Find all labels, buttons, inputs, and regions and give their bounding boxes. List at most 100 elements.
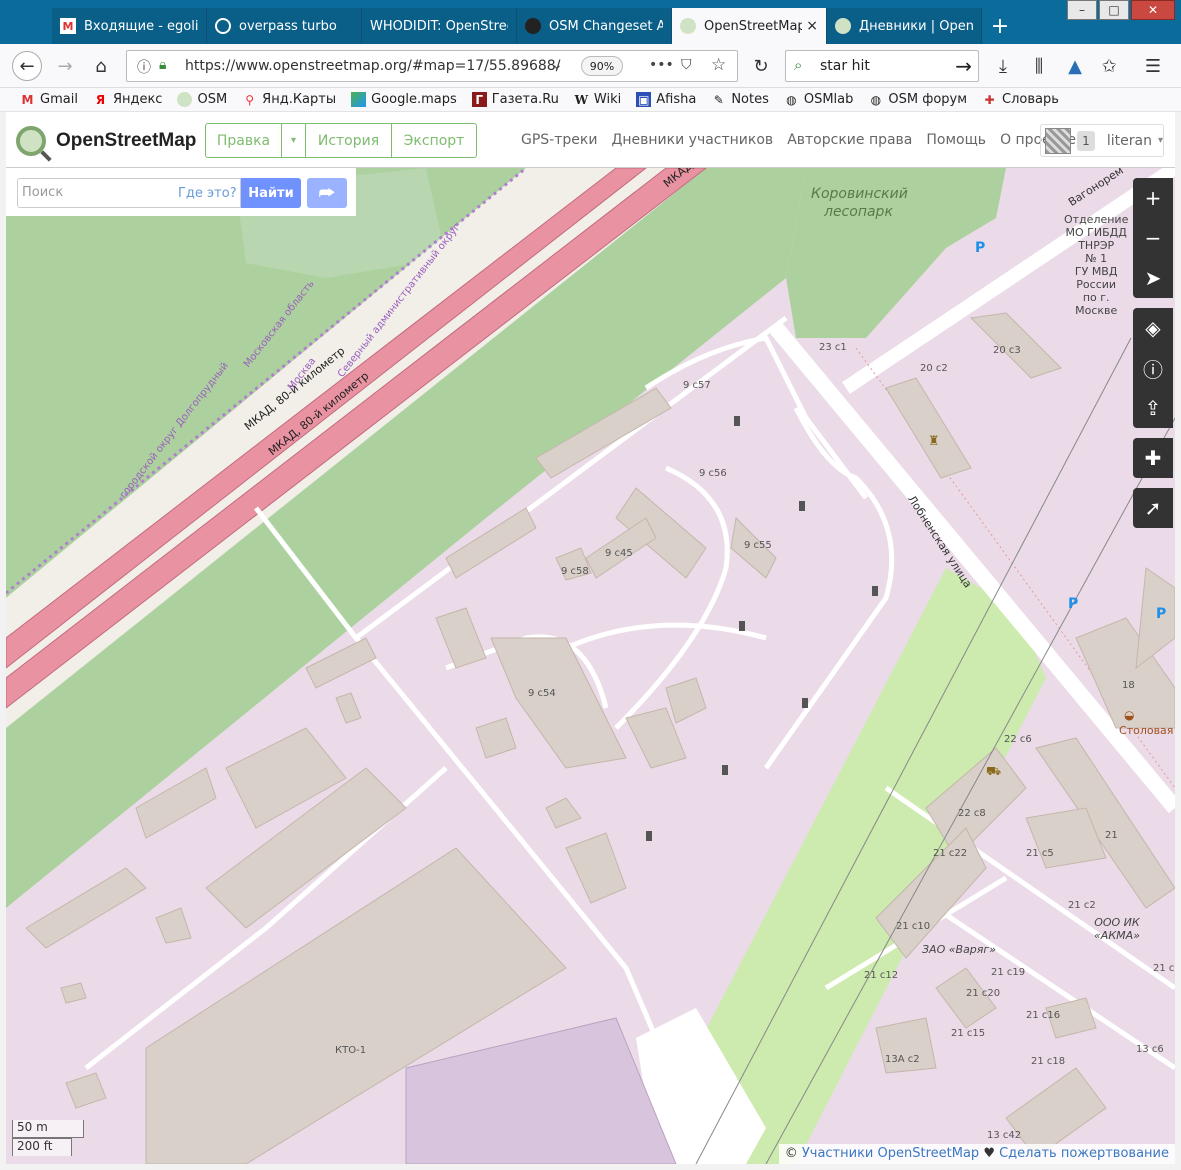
bookmark-osm[interactable]: OSM [177, 92, 227, 107]
bookmark-notes[interactable]: ✎ Notes [711, 92, 769, 107]
tab-diaries[interactable]: Дневники | OpenS [827, 8, 982, 44]
reload-button[interactable]: ↻ [746, 51, 776, 81]
search-go-icon[interactable]: → [955, 54, 972, 78]
maximize-button[interactable]: □ [1099, 0, 1129, 20]
forward-button[interactable]: → [50, 51, 80, 81]
map-canvas[interactable]: Коровинский лесопарк МКАД, 80-й километр… [6, 168, 1175, 1164]
search-bar[interactable]: ⌕ star hit → [785, 50, 979, 82]
edit-dropdown-button[interactable]: ▾ [282, 124, 306, 157]
download-icon[interactable]: ⤓ [988, 51, 1018, 81]
globe-icon: ◍ [786, 92, 797, 107]
bookmark-gazeta[interactable]: Г Газета.Ru [471, 92, 559, 107]
avatar [1045, 127, 1071, 154]
building-label: 21 с5 [1026, 848, 1054, 859]
bookmark-google-maps[interactable]: Google.maps [351, 92, 457, 107]
building-label: 18 [1122, 680, 1135, 691]
directions-button[interactable]: ⮫ [307, 178, 347, 208]
share-button[interactable]: ⇪ [1133, 388, 1173, 428]
map-key-button[interactable]: ⓘ [1133, 348, 1173, 388]
bookmark-osmlab[interactable]: ◍ OSMlab [784, 92, 853, 107]
park-label: Коровинский [811, 186, 908, 202]
bookmark-dictionary[interactable]: ✚ Словарь [982, 92, 1059, 107]
minimize-button[interactable]: – [1067, 0, 1097, 20]
dictionary-icon: ✚ [984, 92, 995, 107]
library-icon[interactable]: ⫼ [1024, 51, 1054, 81]
find-button[interactable]: Найти [241, 178, 301, 208]
layers-icon: ◈ [1145, 316, 1161, 340]
building-label: 20 с2 [920, 363, 948, 374]
map-options-controls: ◈ ⓘ ⇪ [1133, 308, 1173, 428]
top-navigation: GPS-треки Дневники участников Авторские … [521, 132, 1090, 148]
edit-button[interactable]: Правка [206, 124, 282, 157]
url-text[interactable]: https://www.openstreetmap.org/#map=17/55… [185, 58, 560, 74]
layers-button[interactable]: ◈ [1133, 308, 1173, 348]
yandex-icon: Я [95, 92, 106, 107]
export-button[interactable]: Экспорт [392, 124, 476, 157]
close-tab-icon[interactable]: × [806, 18, 818, 34]
donate-link[interactable]: Сделать пожертвование [999, 1146, 1169, 1161]
bookmark-star-icon[interactable]: ☆ [711, 55, 726, 75]
close-window-button[interactable]: ✕ [1131, 0, 1175, 20]
building-label: КТО-1 [335, 1045, 367, 1056]
info-icon[interactable]: ⓘ [137, 57, 151, 77]
nav-help[interactable]: Помощь [926, 132, 986, 148]
note-add-icon: ✚ [1144, 446, 1162, 470]
user-menu[interactable]: 1 literan ▾ [1040, 124, 1164, 157]
building-label: 21 с18 [1031, 1056, 1066, 1067]
search-query[interactable]: star hit [820, 58, 870, 74]
where-is-this-link[interactable]: Где это? [178, 186, 237, 201]
nav-diaries[interactable]: Дневники участников [611, 132, 773, 148]
lock-icon[interactable]: 🔒︎ [159, 57, 166, 73]
map-pin-icon: ⚲ [245, 92, 255, 107]
notes-icon: ✎ [713, 92, 724, 107]
google-maps-icon [351, 92, 367, 107]
back-button[interactable]: ← [12, 51, 42, 81]
building-label: 21 с12 [864, 970, 899, 981]
bookmark-wiki[interactable]: W Wiki [574, 92, 622, 107]
osm-icon [835, 18, 851, 34]
pocket-icon[interactable]: ⛉ [681, 57, 692, 73]
bookmark-yandex[interactable]: Я Яндекс [93, 92, 163, 107]
new-tab-button[interactable]: + [982, 8, 1018, 44]
tab-openstreetmap[interactable]: OpenStreetMap × [672, 8, 827, 44]
tab-whodidit[interactable]: WHODIDIT: OpenStree [362, 8, 517, 44]
osm-logo[interactable]: OpenStreetMap [16, 126, 196, 156]
bookmark-gmail[interactable]: M Gmail [20, 92, 78, 107]
parking-icon: P [1068, 596, 1079, 612]
scale-imperial: 200 ft [12, 1138, 72, 1156]
history-button[interactable]: История [306, 124, 392, 157]
osm-icon [680, 18, 696, 34]
nav-copyright[interactable]: Авторские права [787, 132, 912, 148]
url-bar[interactable]: ⓘ 🔒︎ https://www.openstreetmap.org/#map=… [126, 50, 738, 82]
extension-icon[interactable]: ▲ [1060, 51, 1090, 81]
tab-changeset[interactable]: OSM Changeset A [517, 8, 672, 44]
tab-overpass[interactable]: overpass turbo [207, 8, 362, 44]
burger-icon: ◒ [1124, 708, 1135, 722]
menu-icon[interactable]: ☰ [1138, 51, 1168, 81]
bookmark-afisha[interactable]: ▣ Afisha [636, 92, 696, 107]
map-tiles [6, 168, 1175, 1164]
chevron-down-icon[interactable]: ⌄ [551, 57, 563, 73]
zoom-in-button[interactable]: + [1133, 178, 1173, 218]
zoom-controls: + − ➤ [1133, 178, 1173, 298]
page-actions-icon[interactable]: ••• [649, 57, 674, 73]
contributors-link[interactable]: Участники OpenStreetMap [802, 1146, 979, 1161]
bookmark-osm-forum[interactable]: ◍ OSM форум [868, 92, 967, 107]
browser-tab-strip: M Входящие - egolit overpass turbo WHODID… [0, 0, 1181, 44]
bookmark-yandex-maps[interactable]: ⚲ Янд.Карты [242, 92, 336, 107]
attribution: © Участники OpenStreetMap ♥ Сделать поже… [778, 1144, 1175, 1164]
building-label: 21 с2 [1068, 900, 1096, 911]
poi-canteen: Столовая [1119, 724, 1174, 737]
tab-gmail[interactable]: M Входящие - egolit [52, 8, 207, 44]
query-features-button[interactable]: ➚ [1133, 488, 1173, 528]
add-note-button[interactable]: ✚ [1133, 438, 1173, 478]
nav-gps-traces[interactable]: GPS-треки [521, 132, 597, 148]
power-line [765, 417, 1175, 1164]
locate-button[interactable]: ➤ [1133, 258, 1173, 298]
zoom-level[interactable]: 90% [581, 56, 623, 76]
osm-header: OpenStreetMap Правка ▾ История Экспорт G… [6, 112, 1175, 168]
zoom-out-button[interactable]: − [1133, 218, 1173, 258]
extension-star-icon[interactable]: ✩ [1094, 51, 1124, 81]
home-button[interactable]: ⌂ [86, 51, 116, 81]
building-label: 20 с3 [993, 345, 1021, 356]
